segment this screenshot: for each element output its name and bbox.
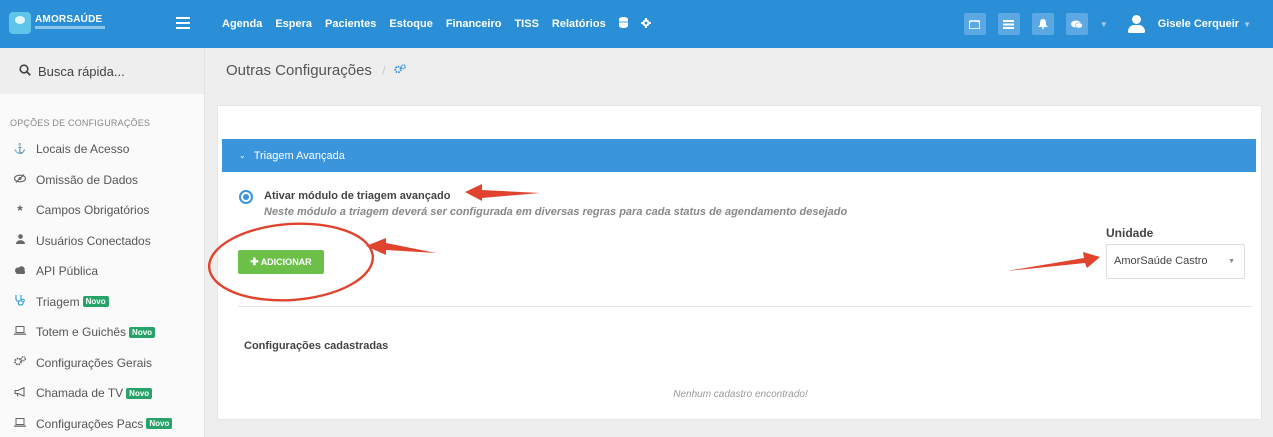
unit-select[interactable]: AmorSaúde Castro ▼ xyxy=(1106,244,1245,279)
sidebar-item-label: Configurações Gerais xyxy=(36,355,153,370)
sidebar-item-usuarios-conectados[interactable]: Usuários Conectados xyxy=(0,226,204,257)
sidebar-item-label: Chamada de TV xyxy=(36,386,124,401)
brand[interactable]: AMORSAÚDE xyxy=(0,0,205,48)
page-title: Outras Configurações xyxy=(226,62,372,79)
user-icon xyxy=(13,234,27,247)
sidebar: Busca rápida... OPÇÕES DE CONFIGURAÇÕES … xyxy=(0,48,205,437)
sidebar-menu: ⚓ Locais de Acesso Omissão de Dados * Ca… xyxy=(0,134,204,437)
sidebar-item-campos-obrigatorios[interactable]: * Campos Obrigatórios xyxy=(0,195,204,226)
breadcrumb-separator: / xyxy=(382,63,386,78)
accordion-title: Triagem Avançada xyxy=(253,149,345,162)
nav-financeiro[interactable]: Financeiro xyxy=(446,18,502,30)
main-nav: Agenda Espera Pacientes Estoque Financei… xyxy=(222,0,664,48)
top-navbar: AMORSAÚDE Agenda Espera Pacientes Estoqu… xyxy=(0,0,1273,48)
avatar[interactable] xyxy=(1127,15,1145,33)
chevron-down-icon: ⌄ xyxy=(239,151,246,160)
nav-espera[interactable]: Espera xyxy=(275,18,312,30)
sidebar-item-omissao-de-dados[interactable]: Omissão de Dados xyxy=(0,165,204,196)
sidebar-item-configuracoes-gerais[interactable]: Configurações Gerais xyxy=(0,348,204,379)
sidebar-item-label: Configurações Pacs xyxy=(36,416,144,431)
chevron-down-icon[interactable]: ▼ xyxy=(1100,20,1108,29)
menu-toggle-icon[interactable] xyxy=(176,17,190,29)
nav-pacientes[interactable]: Pacientes xyxy=(325,18,376,30)
user-menu-caret-icon[interactable]: ▼ xyxy=(1243,20,1251,29)
inbox-icon[interactable] xyxy=(963,13,986,35)
topbar-actions: ▼ Gisele Cerqueir ▼ xyxy=(963,0,1273,48)
sidebar-item-totem-e-guiches[interactable]: Totem e Guichês Novo xyxy=(0,317,204,348)
gear-icon[interactable] xyxy=(640,17,651,31)
add-button[interactable]: ✚ ADICIONAR xyxy=(238,250,324,274)
anchor-icon: ⚓ xyxy=(13,143,27,155)
sidebar-section-header: OPÇÕES DE CONFIGURAÇÕES xyxy=(10,118,151,128)
empty-state-message: Nenhum cadastro encontrado! xyxy=(673,389,808,400)
bell-icon[interactable] xyxy=(1031,13,1054,35)
user-name[interactable]: Gisele Cerqueir xyxy=(1158,18,1239,30)
database-icon[interactable] xyxy=(618,17,628,31)
plus-icon: ✚ xyxy=(250,256,259,268)
search-input[interactable]: Busca rápida... xyxy=(38,64,125,79)
divider xyxy=(238,306,1252,307)
logo-icon xyxy=(9,12,31,34)
content-panel: ⌄ Triagem Avançada Ativar módulo de tria… xyxy=(217,105,1262,420)
gears-icon xyxy=(394,64,406,77)
sidebar-item-locais-de-acesso[interactable]: ⚓ Locais de Acesso xyxy=(0,134,204,165)
sidebar-item-label: Usuários Conectados xyxy=(36,233,151,248)
nav-estoque[interactable]: Estoque xyxy=(389,18,432,30)
configs-title: Configurações cadastradas xyxy=(244,340,389,352)
laptop-icon xyxy=(13,326,27,338)
triage-module-label[interactable]: Ativar módulo de triagem avançado xyxy=(264,190,450,202)
add-button-label: ADICIONAR xyxy=(260,257,312,267)
triage-module-help: Neste módulo a triagem deverá ser config… xyxy=(264,206,848,218)
sidebar-item-label: Locais de Acesso xyxy=(36,142,130,157)
chevron-down-icon: ▼ xyxy=(1228,258,1235,265)
nav-agenda[interactable]: Agenda xyxy=(222,18,262,30)
new-badge: Novo xyxy=(129,326,156,338)
search-icon xyxy=(19,64,31,76)
new-badge: Novo xyxy=(82,296,109,308)
brand-name: AMORSAÚDE xyxy=(35,14,103,25)
stethoscope-icon xyxy=(13,294,27,309)
sidebar-item-label: Campos Obrigatórios xyxy=(36,203,150,218)
nav-relatorios[interactable]: Relatórios xyxy=(552,18,606,30)
triagem-avancada-accordion[interactable]: ⌄ Triagem Avançada xyxy=(222,139,1256,172)
new-badge: Novo xyxy=(146,418,173,430)
page-header: Outras Configurações / xyxy=(206,48,1273,94)
sidebar-item-label: API Pública xyxy=(36,264,99,279)
laptop-icon xyxy=(13,417,27,430)
unit-select-value: AmorSaúde Castro xyxy=(1114,255,1208,267)
sidebar-item-label: Triagem xyxy=(36,294,80,309)
brand-tagline xyxy=(35,26,105,29)
sidebar-item-triagem[interactable]: Triagem Novo xyxy=(0,287,204,318)
sidebar-item-chamada-de-tv[interactable]: Chamada de TV Novo xyxy=(0,378,204,409)
sidebar-item-label: Totem e Guichês xyxy=(36,325,127,340)
gears-icon xyxy=(13,356,27,369)
sidebar-item-label: Omissão de Dados xyxy=(36,172,139,187)
list-icon[interactable] xyxy=(997,13,1020,35)
sidebar-item-api-publica[interactable]: API Pública xyxy=(0,256,204,287)
nav-tiss[interactable]: TISS xyxy=(514,18,538,30)
unit-label: Unidade xyxy=(1106,226,1154,240)
sidebar-item-configuracoes-pacs[interactable]: Configurações Pacs Novo xyxy=(0,409,204,437)
cloud-icon xyxy=(13,266,27,277)
eye-slash-icon xyxy=(13,173,27,186)
chat-icon[interactable] xyxy=(1065,13,1088,35)
bullhorn-icon xyxy=(13,386,27,400)
quick-search[interactable]: Busca rápida... xyxy=(0,48,204,94)
triage-module-radio[interactable] xyxy=(239,190,253,204)
new-badge: Novo xyxy=(126,387,153,399)
asterisk-icon: * xyxy=(17,202,23,219)
